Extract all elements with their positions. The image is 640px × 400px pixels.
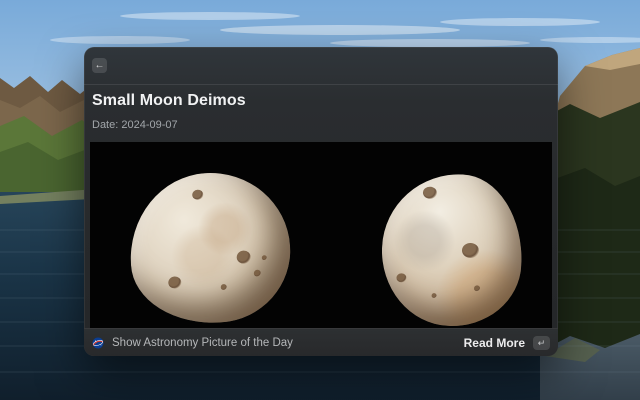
detail-header: Small Moon Deimos Date: 2024-09-07 (84, 85, 558, 132)
crater (168, 276, 182, 289)
arrow-left-icon: ← (95, 60, 105, 71)
date-label: Date: 2024-09-07 (92, 119, 550, 132)
crater (462, 243, 480, 259)
crater (254, 270, 261, 277)
crater (221, 284, 227, 290)
window-toolbar: ← (84, 47, 558, 85)
apod-image (90, 142, 552, 328)
page-title: Small Moon Deimos (92, 92, 550, 110)
crater (474, 285, 480, 291)
back-button[interactable]: ← (92, 58, 107, 73)
crater (192, 189, 204, 200)
crater (431, 293, 436, 298)
action-bar: Show Astronomy Picture of the Day Read M… (84, 328, 558, 356)
command-title: Show Astronomy Picture of the Day (112, 337, 293, 349)
deimos-image-left (125, 168, 295, 328)
return-key-icon[interactable]: ↵ (533, 336, 550, 350)
crater (236, 250, 251, 264)
read-more-button[interactable]: Read More (464, 336, 525, 350)
raycast-window: ← Small Moon Deimos Date: 2024-09-07 (84, 47, 558, 356)
crater (396, 273, 406, 283)
deimos-image-right (378, 170, 526, 328)
crater (423, 186, 438, 199)
nasa-meatball-icon (92, 337, 104, 349)
crater (262, 255, 267, 260)
